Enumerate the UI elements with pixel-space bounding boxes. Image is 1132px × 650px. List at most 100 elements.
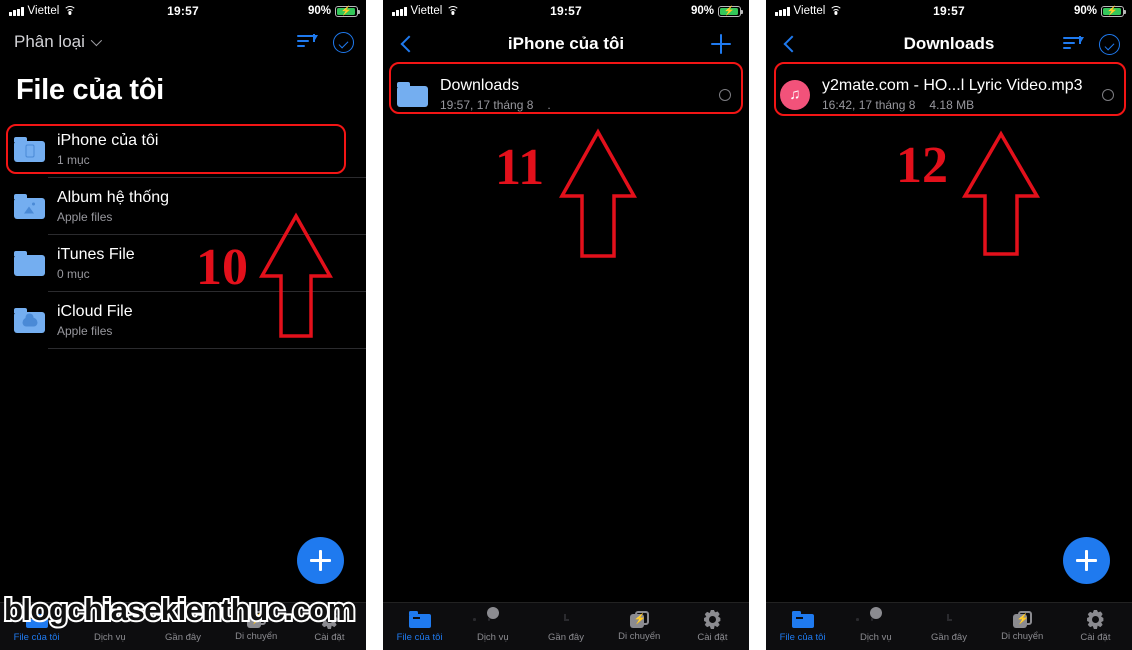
- annotation-arrow: [559, 128, 637, 258]
- music-note-icon: ♫: [780, 79, 810, 110]
- select-radio[interactable]: [719, 88, 731, 101]
- file-list-3: ♫ y2mate.com - HO...l Lyric Video.mp3 16…: [766, 66, 1132, 123]
- back-chevron-icon[interactable]: [783, 35, 801, 53]
- tab-label: Gần đây: [165, 632, 201, 643]
- chevron-down-icon: [90, 34, 102, 47]
- tab-services[interactable]: Dịch vụ: [839, 603, 912, 650]
- list-item-subtitle: 0 mục: [57, 267, 90, 281]
- tab-label: Gần đây: [548, 632, 584, 643]
- tab-settings[interactable]: Cài đặt: [676, 603, 749, 650]
- tab-recent[interactable]: Gần đây: [912, 603, 985, 650]
- nav-actions-1: [297, 31, 354, 53]
- tab-my-files[interactable]: File của tôi: [383, 603, 456, 650]
- status-right: 90% ⚡: [1073, 5, 1127, 17]
- tab-label: Cài đặt: [314, 632, 345, 643]
- annotation-number: 11: [495, 139, 545, 196]
- list-item-subtitle: Apple files: [57, 210, 113, 224]
- list-item[interactable]: ♫ y2mate.com - HO...l Lyric Video.mp3 16…: [766, 66, 1132, 123]
- list-item-title: iTunes File: [57, 246, 135, 263]
- battery-percent-label: 90%: [307, 5, 331, 17]
- phone-screen-2: Viettel 19:57 90% ⚡ iPhone của tôi Downl…: [383, 0, 749, 650]
- tab-recent[interactable]: Gần đây: [529, 603, 602, 650]
- annotation-number: 12: [896, 137, 948, 194]
- status-bar: Viettel 19:57 90% ⚡: [766, 0, 1132, 22]
- annotation-arrow: [961, 130, 1041, 256]
- status-bar: Viettel 19:57 90% ⚡: [0, 0, 366, 22]
- page-title: iPhone của tôi: [507, 34, 625, 53]
- sort-dropdown[interactable]: Phân loại: [14, 32, 102, 52]
- folder-apple-icon: [14, 251, 45, 276]
- battery-percent-label: 90%: [690, 5, 714, 17]
- tab-label: Di chuyển: [235, 631, 278, 642]
- tab-transfer[interactable]: ⚡ Di chuyển: [603, 603, 676, 650]
- tab-label: File của tôi: [779, 632, 826, 643]
- folder-tab-icon: [408, 610, 431, 629]
- tab-transfer[interactable]: ⚡ Di chuyển: [986, 603, 1059, 650]
- tab-label: Di chuyển: [1001, 631, 1044, 642]
- tab-label: Di chuyển: [618, 631, 661, 642]
- list-item-size: .: [547, 98, 551, 112]
- status-right: 90% ⚡: [307, 5, 361, 17]
- gear-tab-icon: [1086, 610, 1105, 629]
- back-chevron-icon[interactable]: [400, 35, 418, 53]
- list-item-title: y2mate.com - HO...l Lyric Video.mp3: [822, 77, 1083, 94]
- status-right: 90% ⚡: [690, 5, 744, 17]
- screenshot-stage: Viettel 19:57 90% ⚡ Phân loại File của t…: [0, 0, 1132, 650]
- transfer-tab-icon: ⚡: [629, 611, 649, 628]
- list-item[interactable]: iPhone của tôi 1 mục: [0, 121, 366, 178]
- list-item[interactable]: iCloud File Apple files: [0, 292, 366, 349]
- add-button[interactable]: [1063, 537, 1110, 584]
- tab-label: Dịch vụ: [93, 632, 126, 643]
- list-item-subtitle: 1 mục: [57, 153, 90, 167]
- nav-bar-3: Downloads: [766, 22, 1132, 66]
- sort-icon[interactable]: [297, 34, 318, 50]
- tab-label: Cài đặt: [1080, 632, 1111, 643]
- nav-bar-1: Phân loại: [0, 22, 366, 62]
- battery-charging-icon: ⚡: [335, 5, 361, 17]
- select-circle-check-icon[interactable]: [1099, 33, 1120, 55]
- select-radio[interactable]: [1102, 88, 1114, 101]
- file-list-1: iPhone của tôi 1 mục Album hệ thống Appl…: [0, 121, 366, 349]
- list-item-size: 4.18 MB: [929, 98, 975, 112]
- select-circle-check-icon[interactable]: [333, 31, 354, 53]
- list-item[interactable]: Album hệ thống Apple files: [0, 178, 366, 235]
- battery-charging-icon: ⚡: [718, 5, 744, 17]
- folder-plain-icon: [397, 82, 428, 107]
- list-item-title: Downloads: [440, 77, 520, 94]
- plus-icon[interactable]: [711, 34, 731, 54]
- tab-label: Dịch vụ: [859, 632, 892, 643]
- phone-screen-1: Viettel 19:57 90% ⚡ Phân loại File của t…: [0, 0, 366, 650]
- folder-cloud-icon: [14, 308, 45, 333]
- tab-label: File của tôi: [396, 632, 443, 643]
- folder-tab-icon: [791, 610, 814, 629]
- folder-photo-icon: [14, 194, 45, 219]
- tab-label: Dịch vụ: [476, 632, 509, 643]
- battery-charging-icon: ⚡: [1101, 5, 1127, 17]
- list-item[interactable]: Downloads 19:57, 17 tháng 8 .: [383, 66, 749, 123]
- sort-dropdown-label: Phân loại: [14, 32, 85, 51]
- file-list-2: Downloads 19:57, 17 tháng 8 .: [383, 66, 749, 123]
- battery-percent-label: 90%: [1073, 5, 1097, 17]
- tab-label: File của tôi: [13, 632, 60, 643]
- transfer-tab-icon: ⚡: [1012, 611, 1032, 628]
- list-item-title: iPhone của tôi: [57, 132, 159, 149]
- list-item-date: 19:57, 17 tháng 8: [440, 98, 534, 112]
- folder-phone-icon: [14, 137, 45, 162]
- page-title: File của tôi: [16, 74, 164, 106]
- nav-actions-3: [1063, 33, 1120, 55]
- phone-screen-3: Viettel 19:57 90% ⚡ Downloads ♫ y2mate.c…: [766, 0, 1132, 650]
- sort-icon[interactable]: [1063, 36, 1084, 52]
- list-item-date: 16:42, 17 tháng 8: [822, 98, 916, 112]
- status-bar: Viettel 19:57 90% ⚡: [383, 0, 749, 22]
- tab-bar-3: File của tôi Dịch vụ Gần đây ⚡ Di chuyển…: [766, 602, 1132, 650]
- tab-services[interactable]: Dịch vụ: [456, 603, 529, 650]
- tab-label: Gần đây: [931, 632, 967, 643]
- add-button[interactable]: [297, 537, 344, 584]
- tab-settings[interactable]: Cài đặt: [1059, 603, 1132, 650]
- list-item-title: Album hệ thống: [57, 189, 170, 206]
- annotation-number: 10: [196, 239, 248, 296]
- tab-my-files[interactable]: File của tôi: [766, 603, 839, 650]
- list-item[interactable]: iTunes File 0 mục: [0, 235, 366, 292]
- list-item-title: iCloud File: [57, 303, 133, 320]
- tab-bar-2: File của tôi Dịch vụ Gần đây ⚡ Di chuyển…: [383, 602, 749, 650]
